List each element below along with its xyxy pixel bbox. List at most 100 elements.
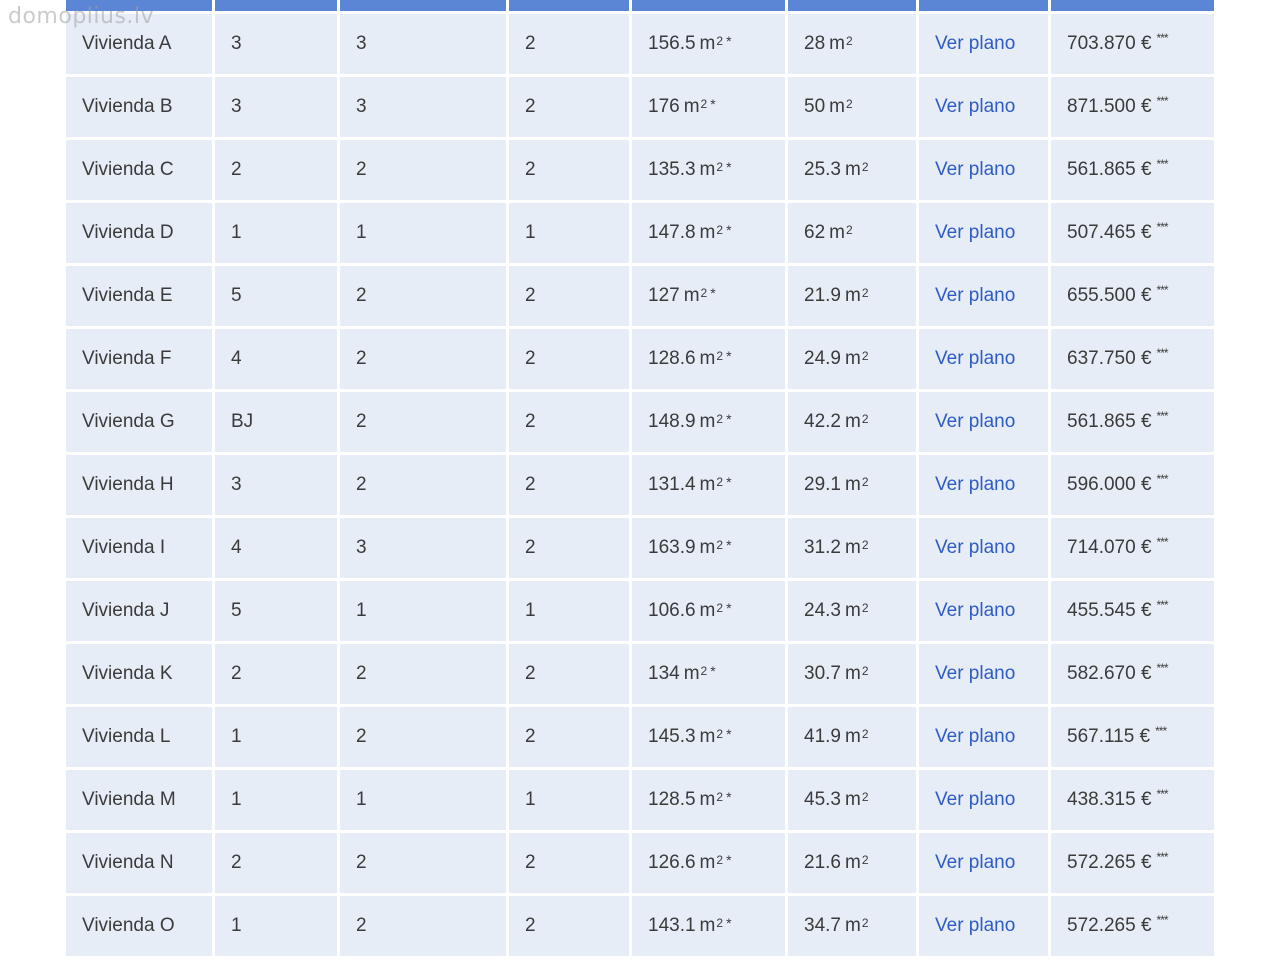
view-plan-link[interactable]: Ver plano [935, 852, 1015, 874]
floor-cell: 2 [215, 833, 340, 893]
price-cell: 561.865 € *** [1051, 140, 1214, 200]
floor-cell: 5 [215, 581, 340, 641]
terrace-cell: 34.7 m 2 [788, 896, 919, 956]
watermark: domoplius.lv [8, 4, 155, 29]
floor-cell: 1 [215, 203, 340, 263]
plan-cell: Ver plano [919, 77, 1051, 137]
view-plan-link[interactable]: Ver plano [935, 96, 1015, 118]
terrace-cell: 50 m 2 [788, 77, 919, 137]
view-plan-link[interactable]: Ver plano [935, 285, 1015, 307]
unit-name: Vivienda F [66, 329, 215, 389]
floor-cell: 3 [215, 14, 340, 74]
plan-cell: Ver plano [919, 392, 1051, 452]
baths-cell: 2 [509, 833, 632, 893]
view-plan-link[interactable]: Ver plano [935, 600, 1015, 622]
view-plan-link[interactable]: Ver plano [935, 474, 1015, 496]
area-cell: 143.1 m 2 * [632, 896, 788, 956]
header-cell [1051, 0, 1214, 11]
price-cell: 596.000 € *** [1051, 455, 1214, 515]
terrace-cell: 30.7 m 2 [788, 644, 919, 704]
area-cell: 176 m 2 * [632, 77, 788, 137]
view-plan-link[interactable]: Ver plano [935, 915, 1015, 937]
floor-cell: 1 [215, 896, 340, 956]
plan-cell: Ver plano [919, 266, 1051, 326]
baths-cell: 2 [509, 329, 632, 389]
baths-cell: 2 [509, 266, 632, 326]
table-row: Vivienda H 3 2 2 131.4 m 2 * 29.1 m 2 Ver pla… [66, 455, 1214, 515]
view-plan-link[interactable]: Ver plano [935, 159, 1015, 181]
table-row: Vivienda B 3 3 2 176 m 2 * 50 m 2 Ver plano 8… [66, 77, 1214, 137]
area-cell: 163.9 m 2 * [632, 518, 788, 578]
unit-name: Vivienda D [66, 203, 215, 263]
baths-cell: 2 [509, 140, 632, 200]
floor-cell: 4 [215, 518, 340, 578]
baths-cell: 2 [509, 392, 632, 452]
area-cell: 148.9 m 2 * [632, 392, 788, 452]
plan-cell: Ver plano [919, 644, 1051, 704]
header-cell [788, 0, 919, 11]
baths-cell: 2 [509, 896, 632, 956]
table-header [66, 0, 1214, 11]
view-plan-link[interactable]: Ver plano [935, 222, 1015, 244]
floor-cell: 3 [215, 455, 340, 515]
plan-cell: Ver plano [919, 707, 1051, 767]
view-plan-link[interactable]: Ver plano [935, 789, 1015, 811]
price-cell: 438.315 € *** [1051, 770, 1214, 830]
table-row: Vivienda F 4 2 2 128.6 m 2 * 24.9 m 2 Ver pla… [66, 329, 1214, 389]
unit-name: Vivienda M [66, 770, 215, 830]
rooms-cell: 3 [340, 518, 509, 578]
table-row: Vivienda D 1 1 1 147.8 m 2 * 62 m 2 Ver plano… [66, 203, 1214, 263]
view-plan-link[interactable]: Ver plano [935, 411, 1015, 433]
table-row: Vivienda E 5 2 2 127 m 2 * 21.9 m 2 Ver plano… [66, 266, 1214, 326]
terrace-cell: 29.1 m 2 [788, 455, 919, 515]
area-cell: 106.6 m 2 * [632, 581, 788, 641]
terrace-cell: 31.2 m 2 [788, 518, 919, 578]
price-cell: 703.870 € *** [1051, 14, 1214, 74]
plan-cell: Ver plano [919, 581, 1051, 641]
rooms-cell: 3 [340, 77, 509, 137]
baths-cell: 2 [509, 455, 632, 515]
rooms-cell: 3 [340, 14, 509, 74]
area-cell: 135.3 m 2 * [632, 140, 788, 200]
header-cell [919, 0, 1051, 11]
baths-cell: 1 [509, 581, 632, 641]
unit-name: Vivienda O [66, 896, 215, 956]
rooms-cell: 2 [340, 392, 509, 452]
plan-cell: Ver plano [919, 140, 1051, 200]
unit-name: Vivienda E [66, 266, 215, 326]
plan-cell: Ver plano [919, 896, 1051, 956]
rooms-cell: 2 [340, 266, 509, 326]
baths-cell: 1 [509, 203, 632, 263]
header-cell [340, 0, 509, 11]
baths-cell: 2 [509, 77, 632, 137]
baths-cell: 2 [509, 518, 632, 578]
rooms-cell: 2 [340, 140, 509, 200]
area-cell: 145.3 m 2 * [632, 707, 788, 767]
unit-name: Vivienda J [66, 581, 215, 641]
floor-cell: 2 [215, 644, 340, 704]
floor-cell: 2 [215, 140, 340, 200]
unit-name: Vivienda I [66, 518, 215, 578]
view-plan-link[interactable]: Ver plano [935, 348, 1015, 370]
table-row: Vivienda O 1 2 2 143.1 m 2 * 34.7 m 2 Ver pla… [66, 896, 1214, 956]
view-plan-link[interactable]: Ver plano [935, 726, 1015, 748]
price-cell: 871.500 € *** [1051, 77, 1214, 137]
terrace-cell: 21.9 m 2 [788, 266, 919, 326]
price-cell: 572.265 € *** [1051, 896, 1214, 956]
terrace-cell: 45.3 m 2 [788, 770, 919, 830]
view-plan-link[interactable]: Ver plano [935, 33, 1015, 55]
rooms-cell: 2 [340, 455, 509, 515]
table-row: Vivienda G BJ 2 2 148.9 m 2 * 42.2 m 2 Ver pl… [66, 392, 1214, 452]
plan-cell: Ver plano [919, 455, 1051, 515]
unit-name: Vivienda K [66, 644, 215, 704]
view-plan-link[interactable]: Ver plano [935, 537, 1015, 559]
plan-cell: Ver plano [919, 833, 1051, 893]
table-row: Vivienda N 2 2 2 126.6 m 2 * 21.6 m 2 Ver pla… [66, 833, 1214, 893]
price-cell: 507.465 € *** [1051, 203, 1214, 263]
unit-name: Vivienda H [66, 455, 215, 515]
terrace-cell: 28 m 2 [788, 14, 919, 74]
price-cell: 637.750 € *** [1051, 329, 1214, 389]
floor-cell: 3 [215, 77, 340, 137]
table-row: Vivienda C 2 2 2 135.3 m 2 * 25.3 m 2 Ver pla… [66, 140, 1214, 200]
view-plan-link[interactable]: Ver plano [935, 663, 1015, 685]
